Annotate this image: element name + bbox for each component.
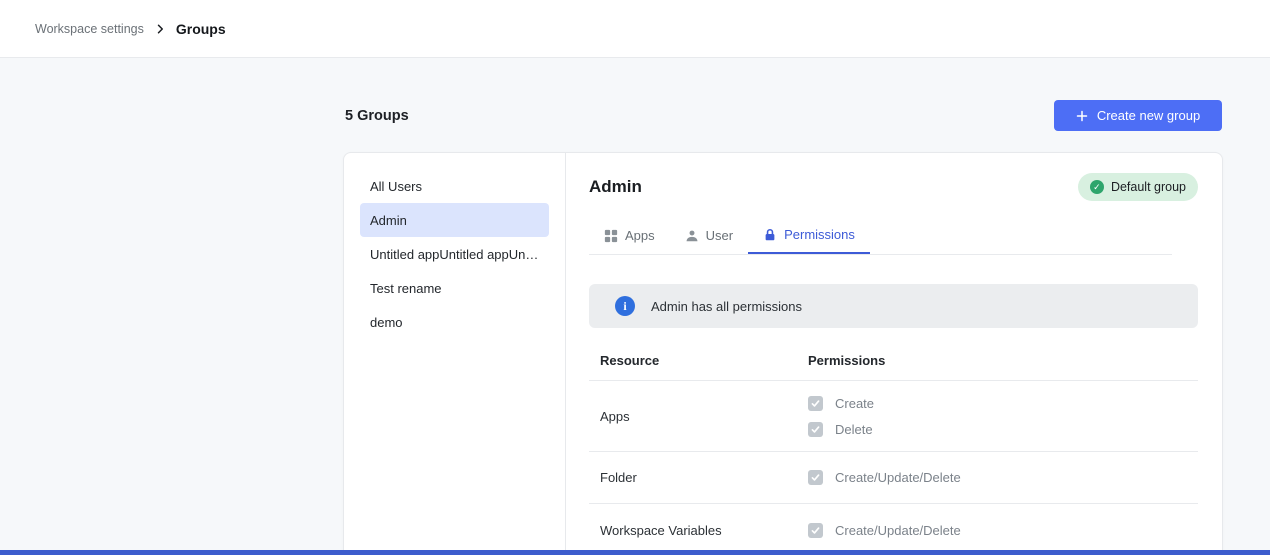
permissions-table-header: Resource Permissions [589, 341, 1198, 381]
info-icon: i [615, 296, 635, 316]
permission-label: Create/Update/Delete [835, 470, 961, 485]
group-title: Admin [589, 177, 642, 197]
resource-label: Apps [589, 381, 808, 451]
group-item-demo[interactable]: demo [360, 305, 549, 339]
permission-line-folder-cud: Create/Update/Delete [808, 470, 1198, 485]
tab-permissions-label: Permissions [784, 227, 855, 242]
info-banner: i Admin has all permissions [589, 284, 1198, 328]
create-new-group-button[interactable]: Create new group [1054, 100, 1222, 131]
default-group-badge: ✓ Default group [1078, 173, 1198, 201]
permissions-cell: Create/Update/Delete [808, 504, 1198, 555]
table-row-workspace-variables: Workspace Variables Create/Update/Delete [589, 504, 1198, 555]
group-item-admin[interactable]: Admin [360, 203, 549, 237]
permissions-cell: Create Delete [808, 381, 1198, 451]
table-row-folder: Folder Create/Update/Delete [589, 452, 1198, 504]
permissions-cell: Create/Update/Delete [808, 452, 1198, 503]
check-circle-icon: ✓ [1090, 180, 1104, 194]
info-banner-text: Admin has all permissions [651, 299, 802, 314]
plus-icon [1076, 110, 1088, 122]
resource-label: Folder [589, 452, 808, 503]
user-icon [685, 229, 699, 243]
apps-grid-icon [604, 229, 618, 243]
resource-label: Workspace Variables [589, 504, 808, 555]
lock-icon [763, 228, 777, 242]
table-row-apps: Apps Create Delete [589, 381, 1198, 452]
bottom-bar-edge [0, 550, 1270, 555]
checkbox-delete-checked[interactable] [808, 422, 823, 437]
chevron-right-icon [154, 23, 166, 35]
group-item-test-rename[interactable]: Test rename [360, 271, 549, 305]
page: Workspace settings Groups 5 Groups Creat… [0, 0, 1270, 555]
permissions-table: Resource Permissions Apps Create [589, 341, 1198, 555]
permission-line-wsvar-cud: Create/Update/Delete [808, 523, 1198, 538]
group-detail-panel: Admin ✓ Default group Apps Use [567, 153, 1222, 555]
permission-label: Delete [835, 422, 873, 437]
default-group-badge-label: Default group [1111, 180, 1186, 194]
create-new-group-label: Create new group [1097, 108, 1200, 123]
top-bar: Workspace settings Groups [0, 0, 1270, 58]
groups-card: All Users Admin Untitled appUntitled app… [343, 152, 1223, 555]
tab-apps[interactable]: Apps [589, 217, 670, 254]
breadcrumb-workspace-settings[interactable]: Workspace settings [35, 22, 144, 36]
groups-count: 5 Groups [345, 108, 409, 124]
group-list: All Users Admin Untitled appUntitled app… [344, 153, 566, 555]
tab-user-label: User [706, 228, 733, 243]
tab-bar: Apps User Permissions [589, 217, 1172, 255]
permission-line-create: Create [808, 396, 1198, 411]
group-item-all-users[interactable]: All Users [360, 169, 549, 203]
permission-label: Create/Update/Delete [835, 523, 961, 538]
group-item-untitled-app[interactable]: Untitled appUntitled appUntitle… [360, 237, 549, 271]
tab-user[interactable]: User [670, 217, 748, 254]
permission-label: Create [835, 396, 874, 411]
group-title-row: Admin ✓ Default group [589, 173, 1198, 201]
tab-apps-label: Apps [625, 228, 655, 243]
checkbox-create-checked[interactable] [808, 396, 823, 411]
breadcrumb-current-groups: Groups [176, 21, 226, 37]
checkbox-folder-cud-checked[interactable] [808, 470, 823, 485]
checkbox-wsvar-cud-checked[interactable] [808, 523, 823, 538]
column-header-resource: Resource [589, 353, 808, 368]
tab-permissions[interactable]: Permissions [748, 217, 870, 254]
column-header-permissions: Permissions [808, 353, 885, 368]
permission-line-delete: Delete [808, 422, 1198, 437]
